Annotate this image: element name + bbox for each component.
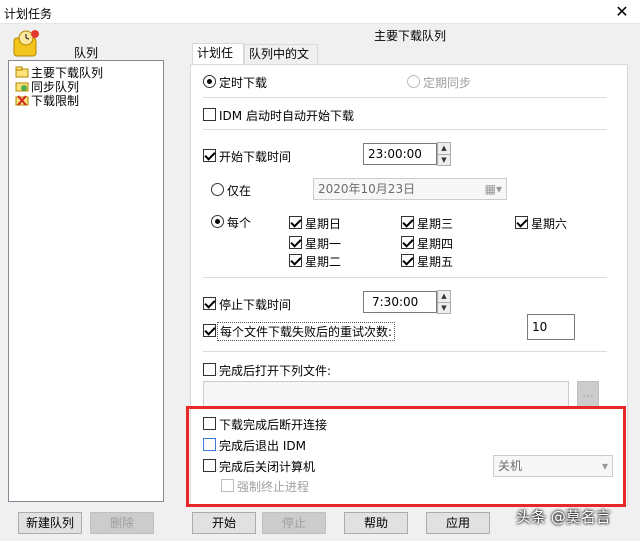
divider (203, 277, 607, 278)
apply-button[interactable]: 应用 (426, 512, 490, 534)
once-date-picker[interactable]: 2020年10月23日 ▦▾ (313, 178, 507, 200)
highlight-box (186, 406, 626, 507)
divider (203, 129, 607, 130)
daily-label: 每个 (227, 216, 252, 230)
queue-list: 主要下载队列 同步队列 下载限制 (8, 60, 164, 502)
stop-button[interactable]: 停止 (262, 512, 326, 534)
once-radio[interactable] (211, 183, 224, 196)
timed-download-label: 定时下载 (219, 76, 268, 90)
main-queue-icon (15, 66, 29, 78)
download-limit-icon (15, 94, 29, 106)
day-label: 星期一 (305, 237, 342, 251)
window-title: 计划任务 (4, 7, 53, 21)
day-label: 星期三 (417, 217, 454, 231)
queue-icon (10, 28, 42, 58)
periodic-sync-label: 定期同步 (423, 76, 472, 90)
down-arrow-icon: ▼ (438, 302, 450, 313)
day-label: 星期四 (417, 237, 454, 251)
calendar-dropdown-icon: ▦▾ (484, 182, 502, 196)
start-time-input[interactable]: 23:00:00 (363, 143, 437, 165)
stop-time-checkbox[interactable] (203, 297, 216, 310)
sync-queue-icon (15, 80, 29, 92)
queue-item-label: 下载限制 (31, 93, 80, 108)
divider (203, 97, 607, 98)
queue-item-limit[interactable]: 下载限制 (15, 93, 80, 108)
once-label: 仅在 (227, 184, 252, 198)
tab-files[interactable]: 队列中的文件 (244, 44, 318, 80)
tab-schedule[interactable]: 计划任务 (192, 43, 244, 79)
up-arrow-icon: ▲ (441, 292, 447, 300)
start-time-spinner[interactable]: ▲ ▼ (437, 142, 451, 166)
idm-start-label: IDM 启动时自动开始下载 (219, 109, 354, 123)
day-checkbox-wed[interactable] (401, 216, 414, 229)
open-file-path-input[interactable] (203, 381, 569, 407)
day-label: 星期五 (417, 255, 454, 269)
up-arrow-icon: ▲ (441, 144, 447, 152)
idm-start-checkbox[interactable] (203, 108, 216, 121)
open-file-label: 完成后打开下列文件: (219, 364, 332, 378)
day-checkbox-sat[interactable] (515, 216, 528, 229)
day-label: 星期六 (531, 217, 568, 231)
day-checkbox-thu[interactable] (401, 236, 414, 249)
stop-time-spinner[interactable]: ▲ ▼ (437, 290, 451, 314)
divider (203, 351, 607, 352)
start-button[interactable]: 开始 (192, 512, 256, 534)
retry-label: 每个文件下载失败后的重试次数: (217, 322, 396, 341)
open-file-checkbox[interactable] (203, 363, 216, 376)
day-label: 星期二 (305, 255, 342, 269)
day-checkbox-mon[interactable] (289, 236, 302, 249)
watermark: 头条 @莫名言 (516, 508, 611, 526)
start-time-checkbox[interactable] (203, 149, 216, 162)
title-bar: 计划任务 ✕ (0, 0, 640, 24)
day-checkbox-fri[interactable] (401, 254, 414, 267)
stop-time-input[interactable]: 7:30:00 (363, 291, 437, 313)
day-checkbox-tue[interactable] (289, 254, 302, 267)
stop-time-label: 停止下载时间 (219, 298, 292, 312)
once-date-value: 2020年10月23日 (318, 182, 416, 196)
start-time-label: 开始下载时间 (219, 150, 292, 164)
new-queue-button[interactable]: 新建队列 (18, 512, 82, 534)
delete-queue-button[interactable]: 删除 (90, 512, 154, 534)
browse-button[interactable]: ... (577, 381, 599, 407)
day-label: 星期日 (305, 217, 342, 231)
close-icon[interactable]: ✕ (604, 0, 640, 24)
help-button[interactable]: 帮助 (344, 512, 408, 534)
day-checkbox-sun[interactable] (289, 216, 302, 229)
daily-radio[interactable] (211, 215, 224, 228)
retry-count-input[interactable]: 10 (527, 314, 575, 340)
retry-checkbox[interactable] (203, 324, 216, 337)
periodic-sync-radio[interactable] (407, 75, 420, 88)
down-arrow-icon: ▼ (438, 154, 450, 165)
queue-title: 主要下载队列 (373, 29, 446, 43)
timed-download-radio[interactable] (203, 75, 216, 88)
queue-section-label: 队列 (74, 46, 99, 60)
